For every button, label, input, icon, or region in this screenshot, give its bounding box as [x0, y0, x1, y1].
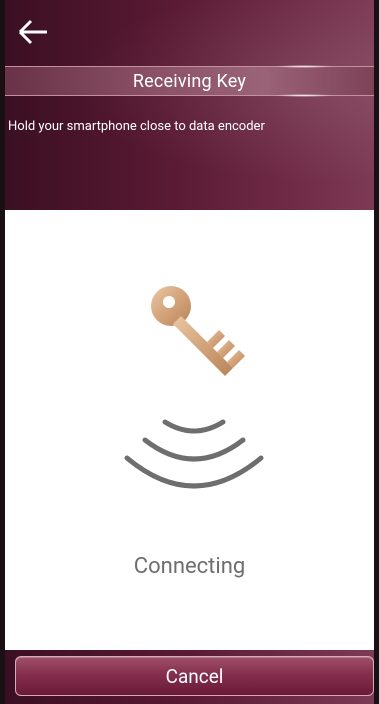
cancel-button[interactable]: Cancel	[15, 656, 374, 696]
key-icon	[147, 282, 249, 392]
cancel-button-label: Cancel	[165, 664, 224, 688]
footer: Cancel	[5, 650, 374, 704]
title-bar: Receiving Key	[5, 65, 374, 97]
status-text: Connecting	[133, 554, 246, 579]
instruction-text: Hold your smartphone close to data encod…	[8, 119, 265, 134]
main-content: Connecting	[5, 210, 374, 650]
receiving-key-screen: Receiving Key Hold your smartphone close…	[0, 0, 379, 704]
arrow-left-icon	[18, 19, 47, 45]
wireless-signal-icon	[121, 410, 267, 504]
header: Receiving Key Hold your smartphone close…	[5, 0, 374, 210]
back-button[interactable]	[15, 14, 51, 50]
page-title: Receiving Key	[132, 70, 247, 92]
